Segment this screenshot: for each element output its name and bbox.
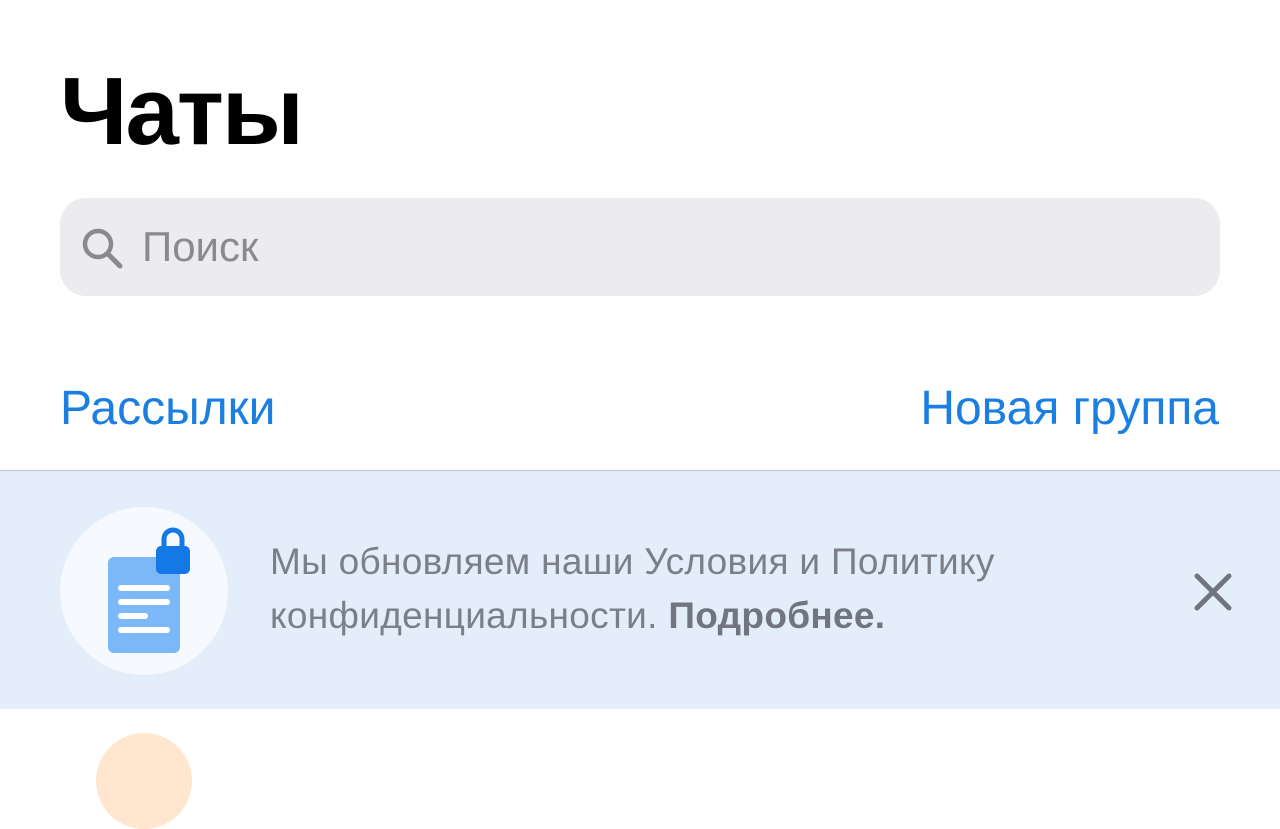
document-lock-icon — [60, 507, 228, 675]
search-input[interactable] — [142, 198, 1182, 296]
search-icon — [80, 226, 124, 270]
chat-list-row[interactable] — [0, 709, 1280, 829]
avatar — [96, 733, 192, 829]
privacy-update-banner: Мы обновляем наши Условия и Политику кон… — [0, 471, 1280, 709]
learn-more-link[interactable]: Подробнее. — [668, 595, 885, 636]
search-bar[interactable] — [60, 198, 1220, 296]
broadcasts-link[interactable]: Рассылки — [60, 382, 275, 436]
close-icon — [1194, 573, 1232, 611]
new-group-link[interactable]: Новая группа — [920, 382, 1219, 436]
banner-text: Мы обновляем наши Условия и Политику кон… — [270, 541, 995, 636]
close-button[interactable] — [1188, 567, 1238, 617]
banner-message: Мы обновляем наши Условия и Политику кон… — [270, 535, 1130, 643]
page-title: Чаты — [60, 58, 304, 165]
